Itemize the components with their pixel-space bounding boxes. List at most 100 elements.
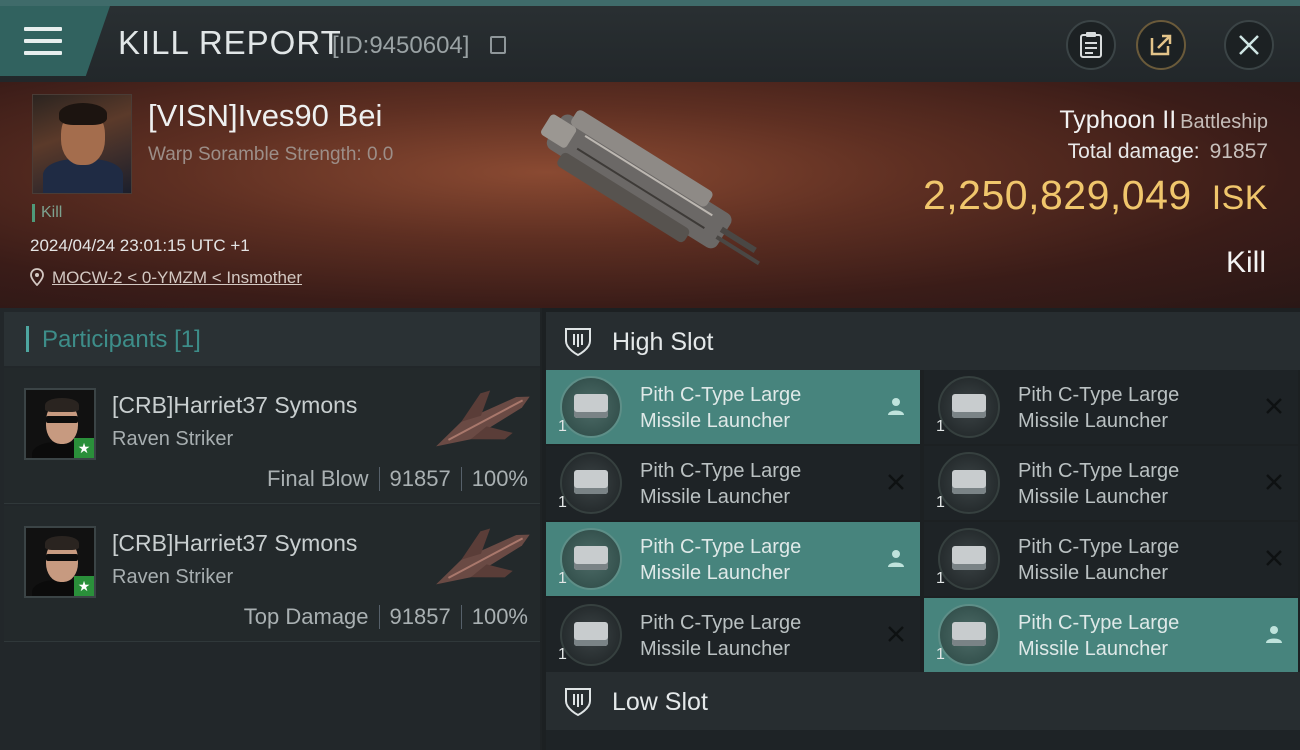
missile-launcher-icon: [938, 604, 1000, 666]
low-slot-label: Low Slot: [612, 688, 708, 716]
module-name-line2: Missile Launcher: [1018, 562, 1169, 584]
menu-button[interactable]: [0, 6, 110, 76]
x-icon: [888, 474, 904, 490]
module-name: Pith C-Type Large Missile Launcher: [1018, 610, 1258, 662]
module-name-line2: Missile Launcher: [640, 486, 791, 508]
module-name-line2: Missile Launcher: [640, 410, 791, 432]
module-item[interactable]: 1 Pith C-Type Large Missile Launcher: [546, 370, 920, 444]
module-item[interactable]: 1 Pith C-Type Large Missile Launcher: [546, 598, 920, 672]
module-name-line1: Pith C-Type Large: [640, 536, 802, 558]
header-accent-line: [0, 0, 1300, 6]
module-quantity: 1: [558, 570, 567, 587]
participant-name[interactable]: [CRB]Harriet37 Symons: [112, 530, 357, 557]
total-damage-value: 91857: [1209, 140, 1268, 163]
module-item[interactable]: 1 Pith C-Type Large Missile Launcher: [924, 370, 1298, 444]
module-quantity: 1: [936, 646, 945, 663]
module-name-line2: Missile Launcher: [640, 638, 791, 660]
participant-role: Top Damage: [243, 604, 369, 629]
close-button[interactable]: [1224, 20, 1274, 70]
missile-launcher-icon: [560, 376, 622, 438]
total-damage-label: Total damage:: [1067, 140, 1200, 163]
clipboard-button[interactable]: [1066, 20, 1116, 70]
module-name-line1: Pith C-Type Large: [640, 460, 802, 482]
participant-stats: Final Blow 91857 100%: [267, 466, 528, 492]
module-name: Pith C-Type Large Missile Launcher: [640, 382, 880, 434]
person-icon: [888, 550, 904, 567]
close-icon: [1239, 35, 1259, 55]
share-button[interactable]: [1136, 20, 1186, 70]
missile-launcher-icon: [938, 376, 1000, 438]
x-icon: [1266, 398, 1282, 414]
location-link[interactable]: MOCW-2 < 0-YMZM < Insmother: [52, 268, 302, 288]
person-icon: [1266, 626, 1282, 643]
module-quantity: 1: [558, 494, 567, 511]
isk-amount: 2,250,829,049: [922, 172, 1192, 218]
module-name-line2: Missile Launcher: [1018, 410, 1169, 432]
participants-header: Participants [1]: [4, 312, 540, 366]
isk-unit: ISK: [1211, 179, 1268, 217]
module-name-line2: Missile Launcher: [1018, 486, 1169, 508]
victim-ship-type: Typhoon II Battleship: [1059, 106, 1268, 135]
star-icon: ★: [74, 438, 94, 458]
low-slot-header: Low Slot: [546, 672, 1300, 730]
module-name-line1: Pith C-Type Large: [1018, 612, 1180, 634]
location-pin-icon: [30, 268, 44, 286]
participants-label: Participants: [42, 326, 168, 353]
shield-icon: [565, 688, 591, 717]
module-name-line1: Pith C-Type Large: [640, 612, 802, 634]
module-name-line1: Pith C-Type Large: [1018, 384, 1180, 406]
module-name: Pith C-Type Large Missile Launcher: [640, 610, 880, 662]
participant-ship-image[interactable]: [424, 520, 540, 600]
high-slot-header: High Slot: [546, 312, 1300, 370]
x-icon: [1266, 550, 1282, 566]
participant-damage: 91857: [389, 466, 451, 491]
shield-icon: [565, 328, 591, 357]
victim-portrait[interactable]: [32, 94, 132, 194]
participant-ship: Raven Striker: [112, 566, 234, 588]
missile-launcher-icon: [560, 604, 622, 666]
participant-ship: Raven Striker: [112, 428, 234, 450]
module-quantity: 1: [558, 418, 567, 435]
person-icon: [888, 398, 904, 415]
module-item[interactable]: 1 Pith C-Type Large Missile Launcher: [924, 522, 1298, 596]
x-icon: [1266, 474, 1282, 490]
high-slot-label: High Slot: [612, 328, 714, 356]
warp-scramble-strength: Warp Soramble Strength: 0.0: [148, 144, 394, 165]
victim-pilot-name[interactable]: [VISN]Ives90 Bei: [148, 98, 382, 134]
module-item[interactable]: 1 Pith C-Type Large Missile Launcher: [924, 598, 1298, 672]
module-quantity: 1: [558, 646, 567, 663]
participant-damage: 91857: [389, 604, 451, 629]
module-quantity: 1: [936, 494, 945, 511]
kill-timestamp: 2024/04/24 23:01:15 UTC +1: [30, 236, 250, 255]
module-name: Pith C-Type Large Missile Launcher: [1018, 382, 1258, 434]
ship-name[interactable]: Typhoon II: [1059, 106, 1176, 134]
isk-value: 2,250,829,049 ISK: [923, 172, 1268, 219]
module-item[interactable]: 1 Pith C-Type Large Missile Launcher: [546, 446, 920, 520]
missile-launcher-icon: [938, 452, 1000, 514]
module-name: Pith C-Type Large Missile Launcher: [1018, 534, 1258, 586]
participant-name[interactable]: [CRB]Harriet37 Symons: [112, 392, 357, 419]
module-name-line2: Missile Launcher: [640, 562, 791, 584]
kill-report-screen: KILL REPORT [ID:9450604] [VISN]Ives90 Be…: [0, 0, 1300, 750]
participant-row[interactable]: ★ [CRB]Harriet37 Symons Raven Striker To…: [4, 506, 540, 642]
victim-ship-image[interactable]: [505, 96, 785, 286]
participant-ship-image[interactable]: [424, 382, 540, 462]
participant-row[interactable]: ★ [CRB]Harriet37 Symons Raven Striker Fi…: [4, 368, 540, 504]
missile-launcher-icon: [938, 528, 1000, 590]
menu-icon: [24, 27, 62, 55]
module-item[interactable]: 1 Pith C-Type Large Missile Launcher: [546, 522, 920, 596]
module-name-line1: Pith C-Type Large: [1018, 536, 1180, 558]
ship-class: Battleship: [1180, 111, 1268, 133]
module-item[interactable]: 1 Pith C-Type Large Missile Launcher: [924, 446, 1298, 520]
module-name: Pith C-Type Large Missile Launcher: [1018, 458, 1258, 510]
result-label: Kill: [1225, 246, 1266, 279]
status-badge: Kill: [32, 204, 62, 222]
module-name: Pith C-Type Large Missile Launcher: [640, 534, 880, 586]
module-quantity: 1: [936, 570, 945, 587]
clipboard-icon: [1080, 32, 1102, 58]
missile-launcher-icon: [560, 528, 622, 590]
copy-icon[interactable]: [490, 36, 506, 54]
participants-count: [1]: [174, 326, 201, 353]
participant-role: Final Blow: [267, 466, 369, 491]
share-icon: [1150, 34, 1172, 56]
